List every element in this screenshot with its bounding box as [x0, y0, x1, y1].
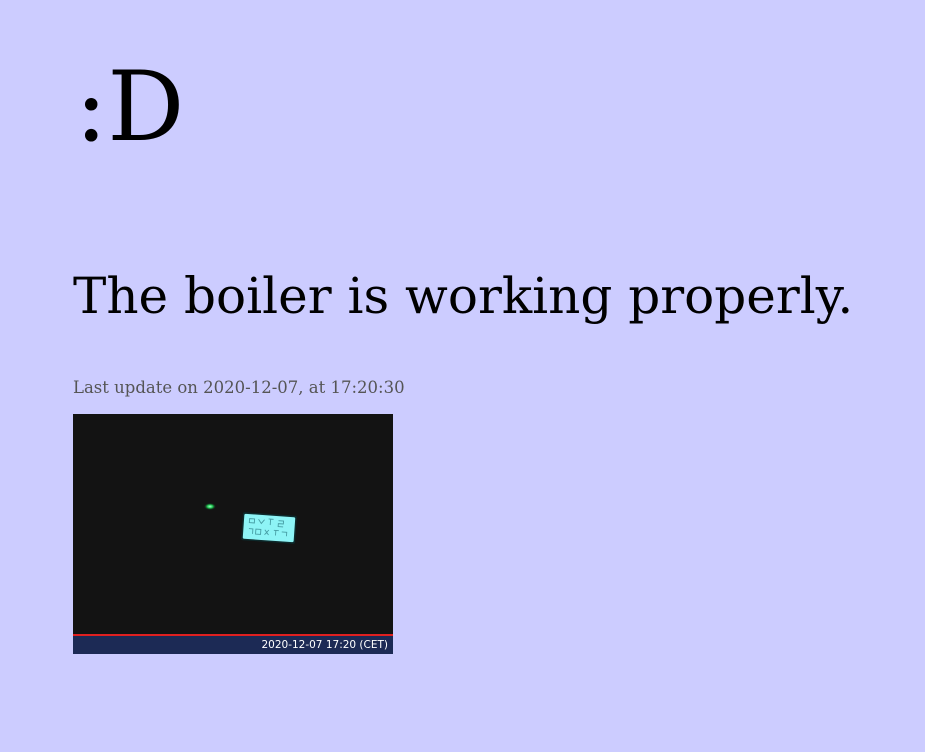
status-message: The boiler is working properly. — [73, 267, 854, 325]
last-update-text: Last update on 2020-12-07, at 17:20:30 — [73, 378, 405, 397]
boiler-display — [241, 512, 297, 544]
smiley-face: :D — [75, 51, 185, 163]
snapshot-footer-bar: 2020-12-07 17:20 (CET) — [73, 634, 393, 654]
snapshot-timestamp: 2020-12-07 17:20 (CET) — [261, 639, 388, 651]
indicator-led — [204, 503, 216, 510]
boiler-camera-snapshot: 2020-12-07 17:20 (CET) — [73, 414, 393, 654]
snapshot-scene — [204, 503, 297, 544]
